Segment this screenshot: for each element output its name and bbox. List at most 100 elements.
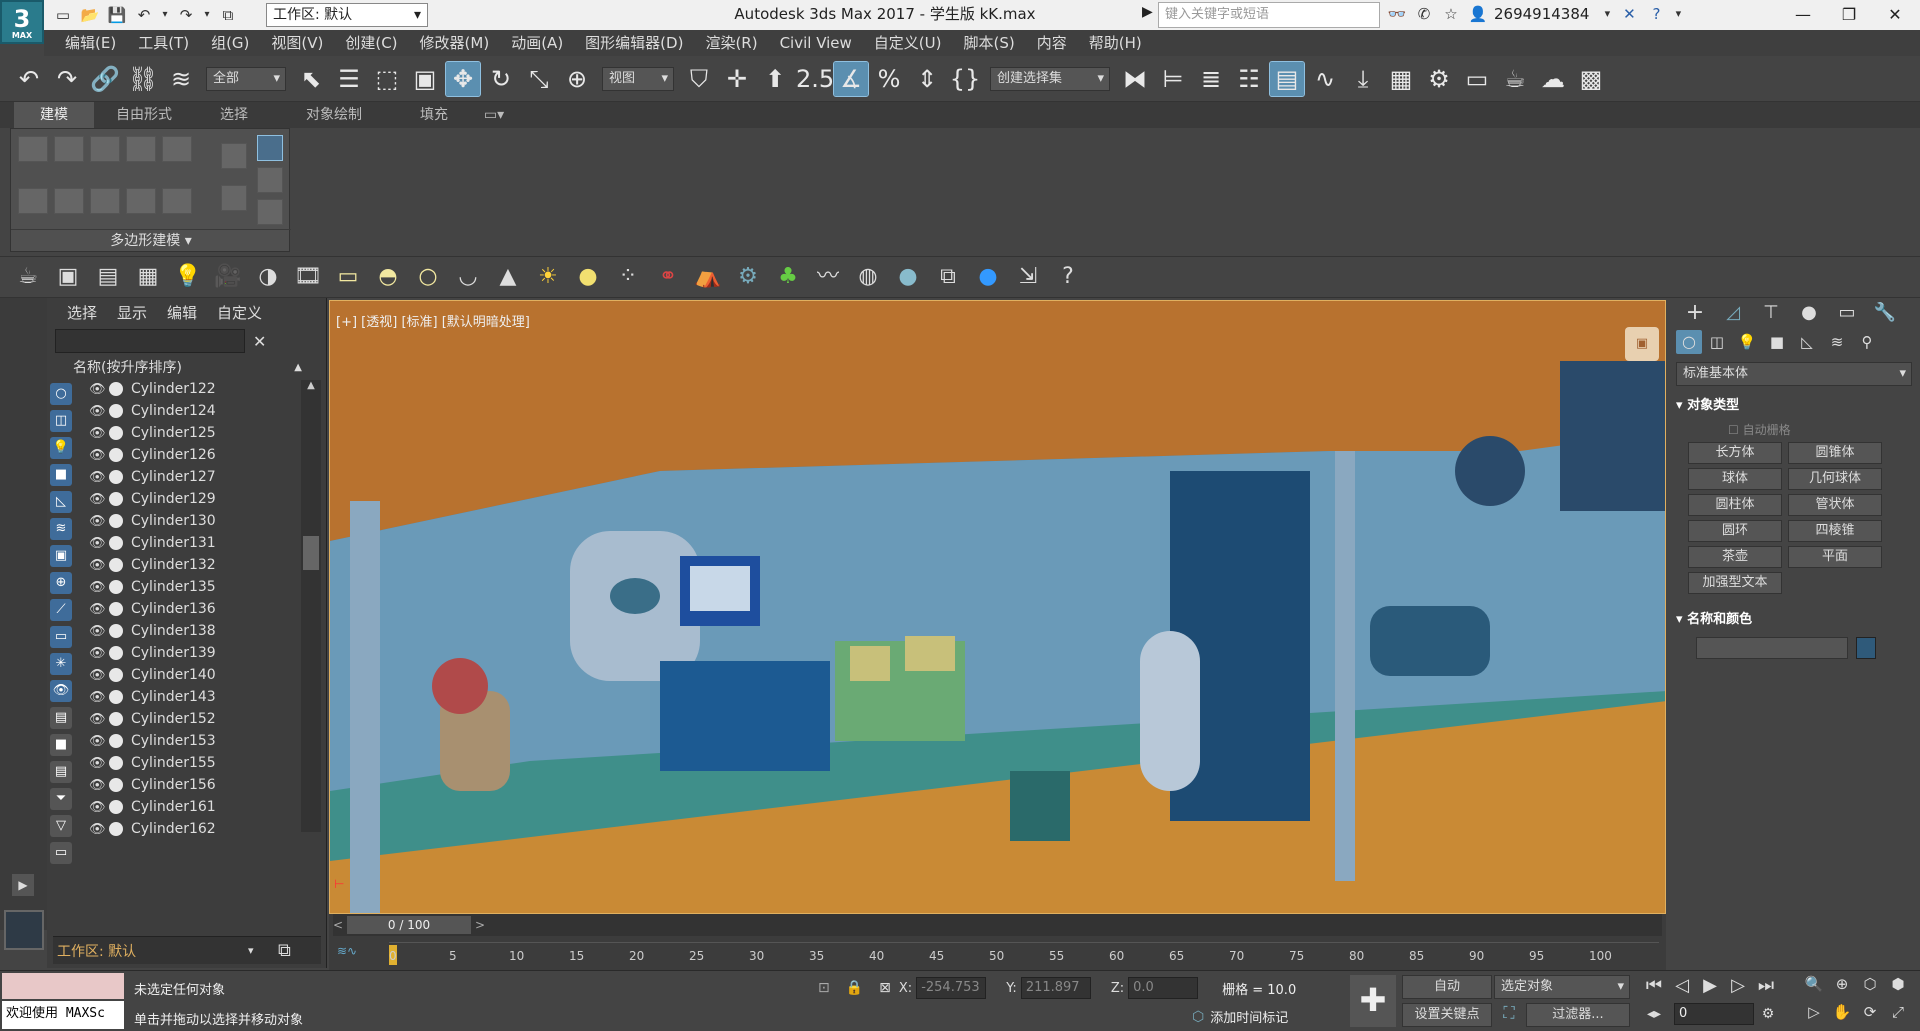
current-frame-field[interactable]: 0 (1674, 1003, 1754, 1025)
primitive-category-dropdown[interactable]: 标准基本体 (1676, 362, 1912, 386)
filter-bones-icon[interactable]: ⟋ (50, 599, 72, 621)
viewcube-icon[interactable]: ▣ (1625, 327, 1659, 361)
filter-geometry-icon[interactable]: ○ (50, 383, 72, 405)
schematic-view-icon[interactable]: ⤓ (1346, 62, 1380, 96)
filter-hidden-icon[interactable]: 👁 (50, 680, 72, 702)
render-production-icon[interactable]: ☕ (1498, 62, 1532, 96)
zoom-icon[interactable]: 🔍 (1800, 975, 1828, 993)
scene-scrollbar[interactable]: ▲ (301, 380, 321, 832)
eye-icon[interactable]: 👁 (89, 778, 109, 793)
time-slider-next-icon[interactable]: > (475, 918, 489, 932)
align-icon[interactable]: ⊨ (1156, 62, 1190, 96)
workspace-select[interactable]: 工作区: 默认 (266, 3, 428, 27)
add-time-tag[interactable]: 添加时间标记 (1210, 1007, 1288, 1026)
link-icon[interactable]: 🔗 (88, 62, 122, 96)
tab-populate[interactable]: 填充 (394, 102, 474, 128)
absolute-mode-icon[interactable]: ⊠ (879, 980, 891, 996)
tab-freeform[interactable]: 自由形式 (94, 102, 194, 128)
stack-up-icon[interactable] (221, 143, 247, 169)
eye-icon[interactable]: 👁 (89, 800, 109, 815)
window-crossing-icon[interactable]: ▣ (408, 62, 442, 96)
viewport-label[interactable]: [+] [透视] [标准] [默认明暗处理] (336, 311, 530, 330)
select-by-name-icon[interactable]: ☰ (332, 62, 366, 96)
set-key-icon[interactable]: ✚ (1350, 975, 1396, 1027)
select-rotate-icon[interactable]: ↻ (484, 62, 518, 96)
eye-icon[interactable]: 👁 (89, 756, 109, 771)
sun-icon[interactable]: ☀ (528, 257, 568, 297)
play-icon[interactable]: ▶ (1696, 975, 1724, 996)
filter-selection-icon[interactable]: ▽ (50, 815, 72, 837)
menu-customize[interactable]: 自定义(U) (863, 30, 953, 56)
menu-graph-editors[interactable]: 图形编辑器(D) (574, 30, 694, 56)
menu-edit[interactable]: 编辑(E) (54, 30, 127, 56)
eye-icon[interactable]: 👁 (89, 734, 109, 749)
material-sphere-icon[interactable]: ● (888, 257, 928, 297)
scene-menu-select[interactable]: 选择 (67, 302, 97, 323)
filter-lights-icon[interactable]: 💡 (50, 437, 72, 459)
reference-coordinate-dropdown[interactable]: 视图 (602, 66, 674, 91)
go-to-start-icon[interactable]: ⏮ (1640, 975, 1668, 996)
rectangular-selection-icon[interactable]: ⬚ (370, 62, 404, 96)
film-icon[interactable]: 🎞 (288, 257, 328, 297)
polygon-icon[interactable] (162, 136, 192, 162)
filter-cameras-icon[interactable]: ■ (50, 464, 72, 486)
select-object-icon[interactable]: ⬉ (294, 62, 328, 96)
eye-icon[interactable]: 👁 (89, 470, 109, 485)
snaps-toggle-icon[interactable]: 2.5 (796, 62, 834, 96)
systems-category-icon[interactable]: ⚲ (1852, 333, 1882, 351)
box-button[interactable]: 长方体 (1688, 442, 1782, 464)
filter-frozen-icon[interactable]: ▤ (50, 707, 72, 729)
eye-icon[interactable]: 👁 (89, 448, 109, 463)
ribbon-toggle-icon[interactable]: ▤ (1269, 60, 1305, 97)
cylinder-button[interactable]: 圆柱体 (1688, 494, 1782, 516)
select-scale-icon[interactable]: ⤡ (522, 62, 556, 96)
bind-spacewarp-icon[interactable]: ≋ (164, 62, 198, 96)
time-slider-thumb[interactable]: 0 / 100 (347, 916, 471, 934)
list-item[interactable]: 👁 Cylinder125 (73, 422, 301, 444)
element-icon[interactable] (18, 188, 48, 214)
name-color-rollout[interactable]: ▾ 名称和颜色 (1676, 608, 1916, 627)
create-tab-icon[interactable]: + (1676, 300, 1714, 325)
eye-icon[interactable]: 👁 (89, 558, 109, 573)
scene-menu-customize[interactable]: 自定义 (217, 302, 262, 323)
menu-modifiers[interactable]: 修改器(M) (409, 30, 501, 56)
tab-modeling[interactable]: 建模 (14, 102, 94, 128)
track-bar-icon[interactable]: ≋∿ (337, 944, 357, 958)
list-item[interactable]: 👁 Cylinder131 (73, 532, 301, 554)
maxscript-listener[interactable]: 欢迎使用 MAXSc (2, 1001, 124, 1029)
maxscript-listener-pink[interactable] (2, 973, 124, 999)
angle-snap-icon[interactable]: ∡ (833, 60, 869, 97)
menu-animation[interactable]: 动画(A) (500, 30, 574, 56)
user-icon[interactable]: 👤 (1467, 3, 1489, 25)
rendered-frame-window-icon[interactable]: ▭ (1460, 62, 1494, 96)
border-icon[interactable] (126, 136, 156, 162)
previous-frame-icon[interactable]: ◁ (1668, 975, 1696, 996)
list-item[interactable]: 👁 Cylinder122 (73, 378, 301, 400)
hair-icon[interactable]: 〰 (808, 257, 848, 297)
filter-display-icon[interactable]: ▭ (50, 842, 72, 864)
key-mode-icon[interactable]: ◂▸ (1640, 1006, 1668, 1022)
maximize-button[interactable]: ❐ (1826, 0, 1872, 30)
help-icon[interactable]: ? (1645, 3, 1667, 25)
toolbar-help-icon[interactable]: ? (1048, 257, 1088, 297)
list-item[interactable]: 👁 Cylinder136 (73, 598, 301, 620)
menu-content[interactable]: 内容 (1026, 30, 1078, 56)
plane-icon[interactable]: ▭ (328, 257, 368, 297)
ribbon-options-icon[interactable]: ▭▾ (474, 102, 514, 128)
list-item[interactable]: 👁 Cylinder130 (73, 510, 301, 532)
minimize-button[interactable]: — (1780, 0, 1826, 30)
workspace-footer-dropdown-icon[interactable]: ▾ (248, 944, 268, 957)
material-editor-icon[interactable]: ▦ (1384, 62, 1418, 96)
x-coordinate-field[interactable]: -254.753 (916, 977, 987, 999)
clear-search-icon[interactable]: ✕ (253, 332, 266, 351)
list-item[interactable]: 👁 Cylinder155 (73, 752, 301, 774)
list-item[interactable]: 👁 Cylinder156 (73, 774, 301, 796)
list-item[interactable]: 👁 Cylinder152 (73, 708, 301, 730)
list-item[interactable]: 👁 Cylinder138 (73, 620, 301, 642)
object-color-swatch[interactable] (1856, 637, 1876, 659)
cameras-category-icon[interactable]: ■ (1762, 333, 1792, 351)
pivot-center-icon[interactable]: ⛉ (682, 62, 716, 96)
field-of-view-icon[interactable]: ▷ (1800, 1003, 1828, 1021)
undo-icon[interactable]: ↶ (12, 62, 46, 96)
key-selection-dropdown[interactable]: 选定对象 (1494, 975, 1630, 999)
